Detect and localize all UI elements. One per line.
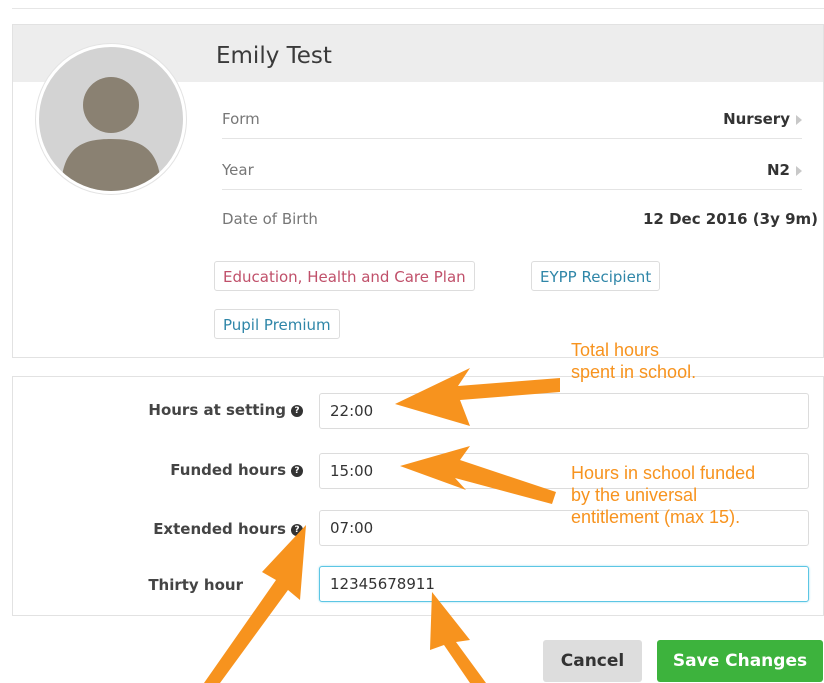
arrow-total-hours — [395, 368, 560, 426]
annotation-arrows — [204, 368, 560, 683]
annotation-total-hours: Total hours spent in school. — [571, 340, 697, 382]
arrow-extended-hours — [204, 525, 306, 683]
annotation-funded-hours: Hours in school funded by the universal … — [571, 463, 756, 527]
arrow-thirty-hours — [430, 592, 486, 683]
arrow-funded-hours — [400, 446, 556, 504]
